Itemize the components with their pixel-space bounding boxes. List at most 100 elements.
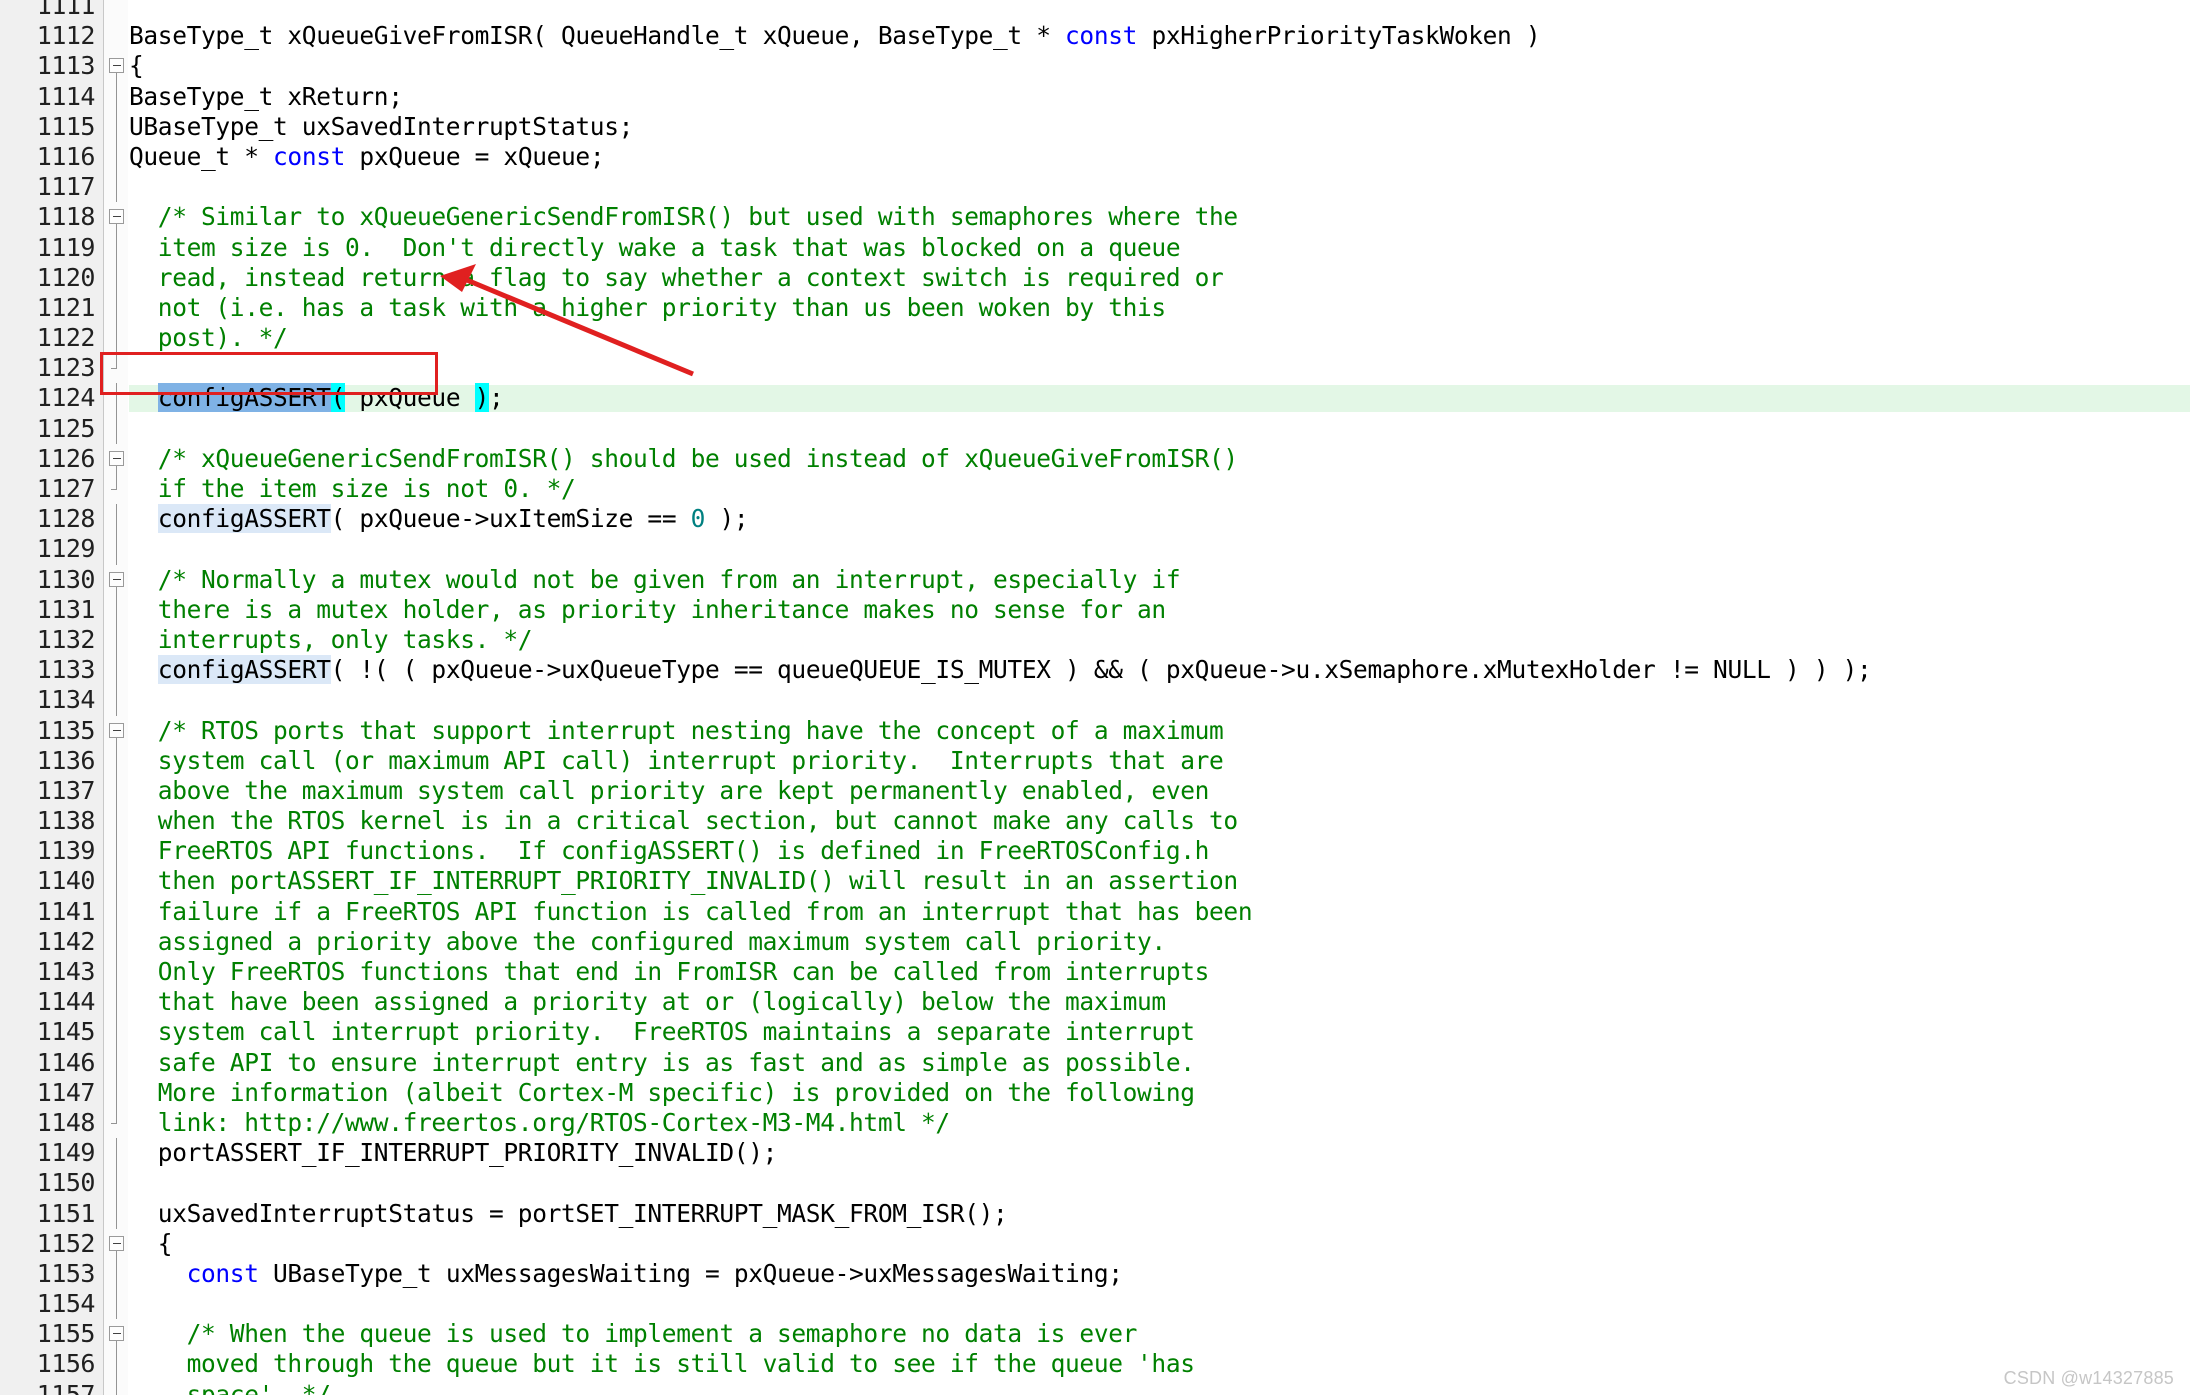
code-text[interactable]: portASSERT_IF_INTERRUPT_PRIORITY_INVALID… (129, 1138, 778, 1168)
code-line[interactable]: 1124 configASSERT( pxQueue ); (0, 383, 2190, 414)
code-text[interactable]: link: http://www.freertos.org/RTOS-Corte… (129, 1108, 950, 1138)
code-line[interactable]: 1128 configASSERT( pxQueue->uxItemSize =… (0, 504, 2190, 535)
code-line[interactable]: 1141 failure if a FreeRTOS API function … (0, 896, 2190, 927)
code-text[interactable]: FreeRTOS API functions. If configASSERT(… (129, 836, 1210, 866)
code-line[interactable]: 1126 /* xQueueGenericSendFromISR() shoul… (0, 444, 2190, 474)
code-line[interactable]: 1157 space'. */ (0, 1379, 2190, 1395)
code-line[interactable]: 1112 BaseType_t xQueueGiveFromISR( QueueH… (0, 21, 2190, 51)
code-text[interactable]: Queue_t * const pxQueue = xQueue; (129, 142, 605, 172)
code-line[interactable]: 1129 (0, 534, 2190, 565)
code-line[interactable]: 1140 then portASSERT_IF_INTERRUPT_PRIORI… (0, 866, 2190, 897)
fold-toggle-icon[interactable] (106, 565, 127, 595)
code-line[interactable]: 1131 there is a mutex holder, as priorit… (0, 594, 2190, 625)
code-line[interactable]: 1146 safe API to ensure interrupt entry … (0, 1047, 2190, 1078)
code-text[interactable]: if the item size is not 0. */ (129, 474, 576, 504)
code-line[interactable]: 1137 above the maximum system call prior… (0, 775, 2190, 807)
code-line[interactable]: 1115 UBaseType_t uxSavedInterruptStatus; (0, 111, 2190, 142)
code-line[interactable]: 1117 (0, 172, 2190, 203)
code-text[interactable]: not (i.e. has a task with a higher prior… (129, 293, 1166, 323)
code-text[interactable]: safe API to ensure interrupt entry is as… (129, 1048, 1195, 1078)
code-text[interactable]: uxSavedInterruptStatus = portSET_INTERRU… (129, 1199, 1008, 1229)
code-text[interactable]: post). */ (129, 323, 288, 353)
code-line[interactable]: 1148 link: http://www.freertos.org/RTOS-… (0, 1107, 2190, 1138)
code-line[interactable]: 1123 (0, 353, 2190, 383)
code-text[interactable]: const UBaseType_t uxMessagesWaiting = px… (129, 1259, 1123, 1289)
code-text[interactable]: interrupts, only tasks. */ (129, 625, 533, 655)
code-text[interactable]: space'. */ (129, 1380, 331, 1395)
code-editor[interactable]: 1111 1112 BaseType_t xQueueGiveFromISR( Qu… (0, 0, 2190, 1395)
fold-toggle-icon[interactable] (106, 1319, 127, 1350)
line-number: 1112 (36, 21, 96, 51)
code-line[interactable]: 1144 that have been assigned a priority … (0, 987, 2190, 1018)
code-text[interactable]: configASSERT( !( ( pxQueue->uxQueueType … (129, 655, 1872, 685)
code-line[interactable]: 1119 item size is 0. Don't directly wake… (0, 232, 2190, 263)
fold-guide-line (106, 987, 127, 1018)
code-text[interactable]: /* RTOS ports that support interrupt nes… (129, 716, 1224, 746)
code-line[interactable]: 1145 system call interrupt priority. Fre… (0, 1017, 2190, 1048)
code-text[interactable]: BaseType_t xReturn; (129, 82, 403, 112)
code-line[interactable]: 1113 { (0, 51, 2190, 82)
code-text[interactable]: { (129, 1229, 173, 1259)
code-text[interactable]: system call interrupt priority. FreeRTOS… (129, 1017, 1195, 1047)
code-text[interactable]: then portASSERT_IF_INTERRUPT_PRIORITY_IN… (129, 866, 1238, 896)
code-line[interactable]: 1134 (0, 685, 2190, 716)
code-line[interactable]: 1111 (0, 0, 2190, 21)
code-line[interactable]: 1147 More information (albeit Cortex-M s… (0, 1077, 2190, 1108)
code-text[interactable]: moved through the queue but it is still … (129, 1349, 1195, 1379)
code-line[interactable]: 1136 system call (or maximum API call) i… (0, 745, 2190, 776)
code-line[interactable]: 1132 interrupts, only tasks. */ (0, 624, 2190, 656)
code-text[interactable]: UBaseType_t uxSavedInterruptStatus; (129, 112, 633, 142)
code-text[interactable]: item size is 0. Don't directly wake a ta… (129, 233, 1181, 263)
code-line[interactable]: 1130 /* Normally a mutex would not be gi… (0, 565, 2190, 595)
code-line[interactable]: 1118 /* Similar to xQueueGenericSendFrom… (0, 202, 2190, 233)
fold-guide-line (106, 111, 127, 142)
code-text[interactable]: /* Normally a mutex would not be given f… (129, 565, 1181, 595)
code-text[interactable]: read, instead return a flag to say wheth… (129, 263, 1224, 293)
code-line[interactable]: 1122 post). */ (0, 323, 2190, 354)
code-text[interactable]: failure if a FreeRTOS API function is ca… (129, 897, 1253, 927)
fold-toggle-icon[interactable] (106, 716, 127, 746)
code-text[interactable]: assigned a priority above the configured… (129, 927, 1166, 957)
code-line[interactable]: 1120 read, instead return a flag to say … (0, 262, 2190, 293)
fold-toggle-icon[interactable] (106, 1229, 127, 1259)
code-text[interactable]: { (129, 51, 144, 81)
code-text[interactable]: Only FreeRTOS functions that end in From… (129, 957, 1210, 987)
fold-toggle-icon[interactable] (106, 51, 127, 82)
code-line[interactable]: 1152 { (0, 1229, 2190, 1259)
code-line[interactable]: 1114 BaseType_t xReturn; (0, 81, 2190, 112)
code-line[interactable]: 1139 FreeRTOS API functions. If configAS… (0, 836, 2190, 867)
code-text[interactable]: /* Similar to xQueueGenericSendFromISR()… (129, 202, 1238, 232)
code-text[interactable]: above the maximum system call priority a… (129, 776, 1210, 806)
line-number: 1122 (36, 323, 96, 353)
code-text[interactable]: /* xQueueGenericSendFromISR() should be … (129, 444, 1238, 474)
line-number: 1123 (36, 353, 96, 383)
code-line[interactable]: 1149 portASSERT_IF_INTERRUPT_PRIORITY_IN… (0, 1138, 2190, 1169)
code-text[interactable]: BaseType_t xQueueGiveFromISR( QueueHandl… (129, 21, 1541, 51)
code-text[interactable]: when the RTOS kernel is in a critical se… (129, 806, 1238, 836)
code-line[interactable]: 1138 when the RTOS kernel is in a critic… (0, 806, 2190, 837)
code-line[interactable]: 1151 uxSavedInterruptStatus = portSET_IN… (0, 1198, 2190, 1229)
fold-toggle-icon[interactable] (106, 444, 127, 474)
code-line[interactable]: 1154 (0, 1289, 2190, 1320)
code-line[interactable]: 1133 configASSERT( !( ( pxQueue->uxQueue… (0, 655, 2190, 686)
code-text[interactable]: configASSERT( pxQueue->uxItemSize == 0 )… (129, 504, 749, 534)
code-lines-container[interactable]: 1111 1112 BaseType_t xQueueGiveFromISR( Qu… (0, 0, 2190, 1395)
code-text[interactable]: More information (albeit Cortex-M specif… (129, 1078, 1195, 1108)
fold-toggle-icon[interactable] (106, 202, 127, 233)
code-line[interactable]: 1153 const UBaseType_t uxMessagesWaiting… (0, 1258, 2190, 1290)
code-line[interactable]: 1150 (0, 1168, 2190, 1199)
code-line[interactable]: 1127 if the item size is not 0. */ (0, 474, 2190, 504)
code-text[interactable]: that have been assigned a priority at or… (129, 987, 1166, 1017)
code-line[interactable]: 1116 Queue_t * const pxQueue = xQueue; (0, 141, 2190, 173)
code-text[interactable]: configASSERT( pxQueue ); (129, 383, 504, 413)
code-text[interactable]: there is a mutex holder, as priority inh… (129, 595, 1166, 625)
code-line[interactable]: 1142 assigned a priority above the confi… (0, 926, 2190, 957)
code-line[interactable]: 1125 (0, 413, 2190, 444)
code-line[interactable]: 1155 /* When the queue is used to implem… (0, 1319, 2190, 1350)
code-text[interactable]: system call (or maximum API call) interr… (129, 746, 1224, 776)
code-line[interactable]: 1156 moved through the queue but it is s… (0, 1349, 2190, 1380)
code-line[interactable]: 1135 /* RTOS ports that support interrup… (0, 716, 2190, 746)
code-line[interactable]: 1121 not (i.e. has a task with a higher … (0, 292, 2190, 324)
code-line[interactable]: 1143 Only FreeRTOS functions that end in… (0, 957, 2190, 988)
code-text[interactable]: /* When the queue is used to implement a… (129, 1319, 1138, 1349)
